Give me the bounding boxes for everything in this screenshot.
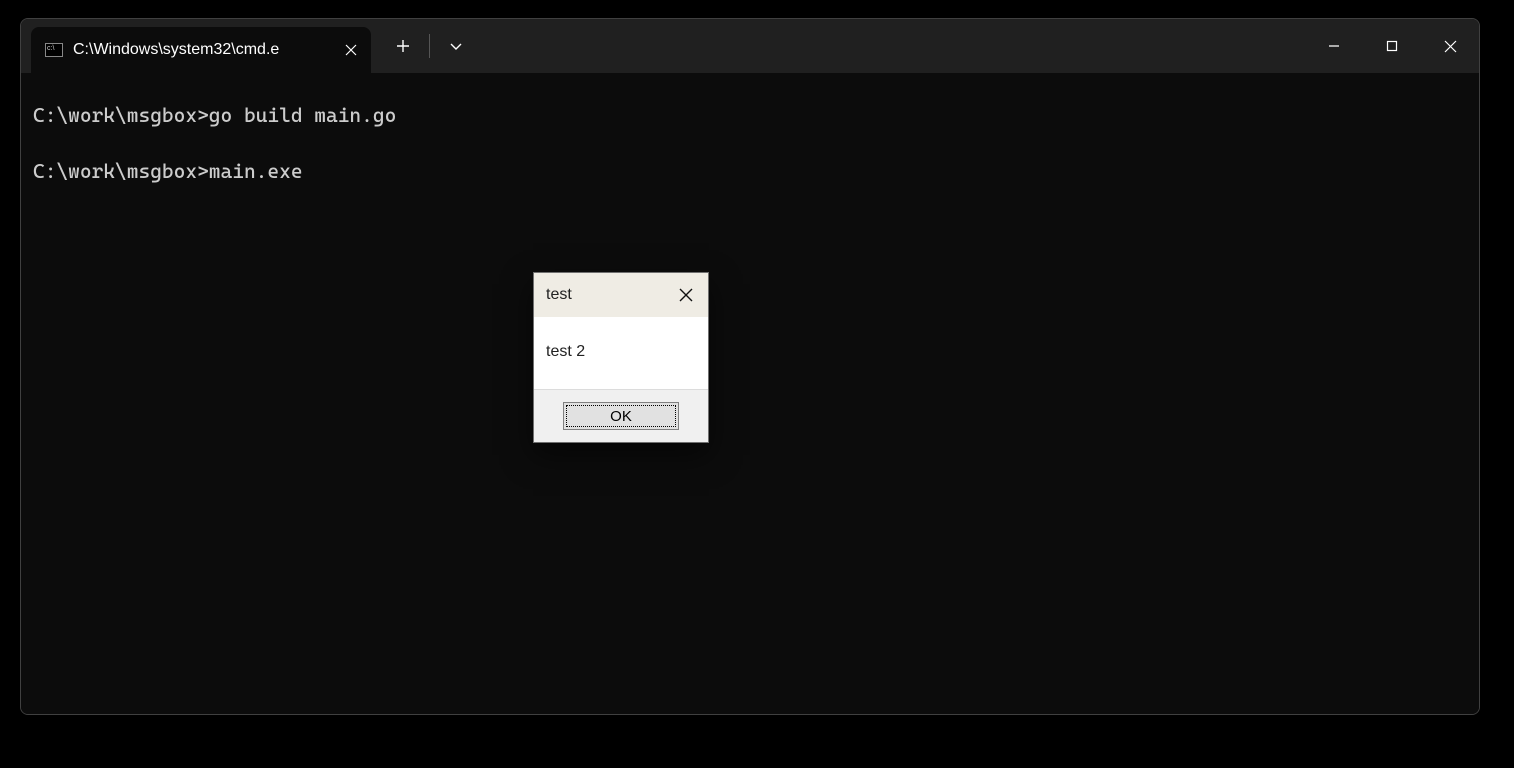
divider [429,34,430,58]
minimize-button[interactable] [1305,19,1363,73]
prompt: C:\work\msgbox> [33,159,209,183]
message-box: test test 2 OK [533,272,709,443]
terminal-line: C:\work\msgbox>main.exe [33,157,1467,185]
window-controls [1305,19,1479,73]
terminal-window: c:\ C:\Windows\system32\cmd.e [20,18,1480,715]
message-box-titlebar[interactable]: test [534,273,708,317]
close-tab-button[interactable] [341,40,361,60]
cmd-icon: c:\ [45,43,63,57]
maximize-button[interactable] [1363,19,1421,73]
close-window-button[interactable] [1421,19,1479,73]
tab-active[interactable]: c:\ C:\Windows\system32\cmd.e [31,27,371,73]
close-icon[interactable] [670,279,702,311]
tabbar-actions [371,19,476,73]
terminal-line: C:\work\msgbox>go build main.go [33,101,1467,129]
command: go build main.go [209,103,397,127]
ok-button[interactable]: OK [563,402,679,430]
new-tab-button[interactable] [383,26,423,66]
titlebar[interactable]: c:\ C:\Windows\system32\cmd.e [21,19,1479,73]
tab-title: C:\Windows\system32\cmd.e [73,41,331,59]
titlebar-drag-region[interactable] [476,19,1305,73]
prompt: C:\work\msgbox> [33,103,209,127]
command: main.exe [209,159,303,183]
tab-dropdown-button[interactable] [436,26,476,66]
message-text: test 2 [546,343,585,360]
message-box-body: test 2 [534,317,708,389]
terminal-body[interactable]: C:\work\msgbox>go build main.go C:\work\… [21,73,1479,714]
message-box-footer: OK [534,389,708,442]
message-box-title: test [546,286,670,304]
